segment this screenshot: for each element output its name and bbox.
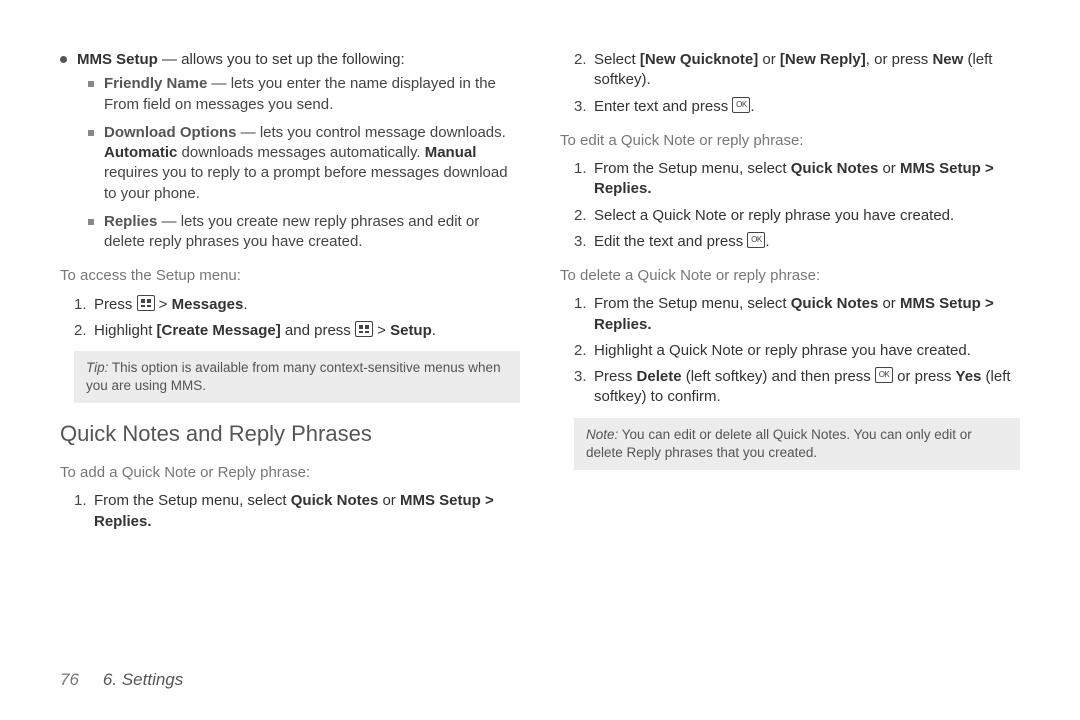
step-edit-2: 2. Select a Quick Note or reply phrase y… [560, 206, 1020, 226]
tip-box: Tip: This option is available from many … [74, 351, 520, 403]
sub-replies: Replies — lets you create new reply phra… [60, 212, 520, 253]
document-page: MMS Setup — allows you to set up the fol… [0, 0, 1080, 720]
bullet-square-icon [88, 219, 94, 225]
left-column: MMS Setup — allows you to set up the fol… [60, 50, 520, 654]
lead-delete-quicknote: To delete a Quick Note or reply phrase: [560, 266, 1020, 286]
step-del-3: 3. Press Delete (left softkey) and then … [560, 367, 1020, 408]
lead-edit-quicknote: To edit a Quick Note or reply phrase: [560, 131, 1020, 151]
step-del-2: 2. Highlight a Quick Note or reply phras… [560, 341, 1020, 361]
bullet-mms-setup: MMS Setup — allows you to set up the fol… [60, 50, 520, 70]
step-add-3: 3. Enter text and press . [560, 97, 1020, 117]
bullet-disc-icon [60, 56, 67, 63]
step-del-1: 1. From the Setup menu, select Quick Not… [560, 294, 1020, 335]
step-access-1: 1. Press > Messages. [60, 295, 520, 315]
section-heading-quick-notes: Quick Notes and Reply Phrases [60, 419, 520, 449]
mms-setup-text: MMS Setup — allows you to set up the fol… [77, 50, 405, 70]
ok-key-icon [732, 97, 750, 113]
page-number: 76 [60, 670, 79, 690]
step-add-1: 1. From the Setup menu, select Quick Not… [60, 491, 520, 532]
right-column: 2. Select [New Quicknote] or [New Reply]… [560, 50, 1020, 654]
lead-add-quicknote: To add a Quick Note or Reply phrase: [60, 463, 520, 483]
step-access-2: 2. Highlight [Create Message] and press … [60, 321, 520, 341]
note-box: Note: You can edit or delete all Quick N… [574, 418, 1020, 470]
step-edit-1: 1. From the Setup menu, select Quick Not… [560, 159, 1020, 200]
step-edit-3: 3. Edit the text and press . [560, 232, 1020, 252]
menu-key-icon [355, 321, 373, 337]
two-column-layout: MMS Setup — allows you to set up the fol… [60, 50, 1020, 654]
chapter-title: 6. Settings [103, 670, 183, 690]
label-bold: MMS Setup [77, 51, 158, 68]
sub-friendly-name: Friendly Name — lets you enter the name … [60, 74, 520, 115]
sub-download-options: Download Options — lets you control mess… [60, 123, 520, 204]
page-footer: 76 6. Settings [60, 654, 1020, 690]
lead-access-setup: To access the Setup menu: [60, 266, 520, 286]
ok-key-icon [747, 232, 765, 248]
step-add-2: 2. Select [New Quicknote] or [New Reply]… [560, 50, 1020, 91]
bullet-square-icon [88, 81, 94, 87]
bullet-square-icon [88, 130, 94, 136]
menu-key-icon [137, 295, 155, 311]
ok-key-icon [875, 367, 893, 383]
